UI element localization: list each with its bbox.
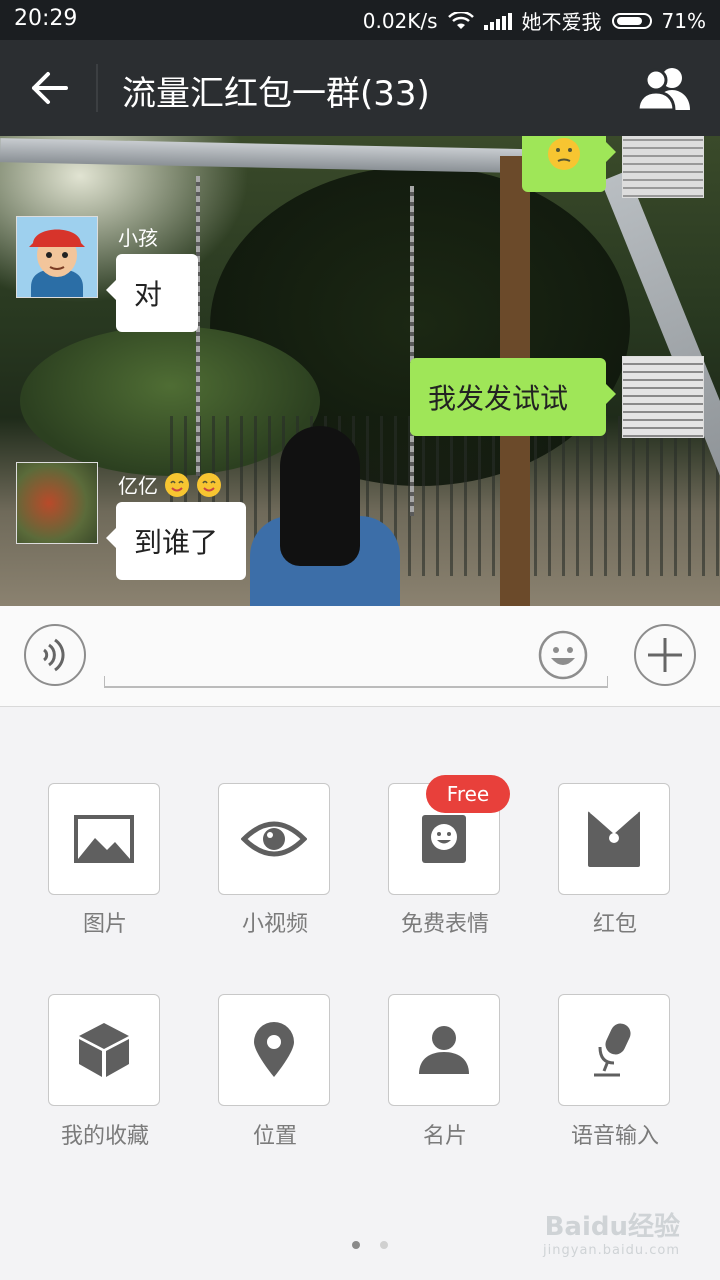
page-dot-active[interactable] bbox=[352, 1241, 360, 1249]
eye-icon bbox=[241, 821, 307, 857]
avatar[interactable] bbox=[16, 462, 98, 544]
location-pin-icon bbox=[254, 1022, 294, 1077]
favorites-label: 我的收藏 bbox=[60, 1124, 149, 1149]
message-input[interactable] bbox=[104, 676, 608, 688]
location-label: 位置 bbox=[252, 1124, 297, 1149]
sticker-icon bbox=[422, 815, 466, 863]
sender-name: 小孩 bbox=[118, 226, 158, 250]
microphone-icon bbox=[594, 1023, 631, 1077]
avatar[interactable] bbox=[622, 356, 704, 438]
background-swing-bar bbox=[0, 138, 561, 174]
plus-icon[interactable] bbox=[634, 624, 696, 686]
message-text: 到谁了 bbox=[134, 526, 219, 559]
carrier-name: 她不爱我 bbox=[521, 10, 602, 34]
status-time: 20:29 bbox=[14, 6, 78, 31]
sender-name: 亿亿 bbox=[118, 474, 158, 498]
cube-icon bbox=[79, 1023, 129, 1077]
short-video-button[interactable] bbox=[218, 783, 330, 895]
chat-header: 流量汇红包一群(33) bbox=[0, 40, 720, 136]
baidu-watermark: Baidu经验 jingyan.baidu.com bbox=[543, 1206, 680, 1258]
message-text: 我发发试试 bbox=[428, 382, 569, 415]
signal-icon bbox=[483, 12, 512, 30]
person-icon bbox=[419, 1026, 469, 1074]
net-speed: 0.02K/s bbox=[362, 8, 438, 33]
image-icon bbox=[74, 815, 134, 863]
free-stickers-label: 免费表情 bbox=[400, 912, 489, 937]
battery-level: 71% bbox=[661, 8, 706, 33]
voice-input-button[interactable] bbox=[558, 994, 670, 1106]
chat-title: 流量汇红包一群(33) bbox=[122, 74, 430, 114]
status-bar: 20:29 0.02K/s 她不爱我 71% bbox=[0, 0, 720, 40]
wifi-icon bbox=[447, 11, 474, 29]
status-right: 0.02K/s 她不爱我 71% bbox=[363, 6, 706, 35]
avatar[interactable] bbox=[622, 136, 704, 198]
message-bubble[interactable]: 到谁了 bbox=[106, 502, 246, 580]
favorites-button[interactable] bbox=[48, 994, 160, 1106]
background-person bbox=[250, 426, 400, 606]
short-video-label: 小视频 bbox=[241, 912, 308, 937]
image-label: 图片 bbox=[82, 912, 127, 937]
voice-icon[interactable] bbox=[24, 624, 86, 686]
free-badge: Free bbox=[426, 775, 510, 813]
background-chain bbox=[410, 186, 414, 516]
watermark-url: jingyan.baidu.com bbox=[543, 1243, 680, 1258]
chat-area[interactable]: 小孩 对 我发发试试 亿亿 到谁了 bbox=[0, 136, 720, 606]
image-button[interactable] bbox=[48, 783, 160, 895]
red-packet-button[interactable] bbox=[558, 783, 670, 895]
arrow-left-icon[interactable] bbox=[28, 66, 72, 110]
watermark-logo: Baidu经验 bbox=[544, 1212, 680, 1242]
sender-name-row: 亿亿 bbox=[118, 470, 222, 499]
message-bubble[interactable]: 对 bbox=[106, 254, 198, 332]
emoji-icon[interactable] bbox=[538, 630, 588, 680]
cartoon-boy-avatar bbox=[17, 217, 97, 297]
group-icon[interactable] bbox=[636, 64, 694, 112]
page-dot[interactable] bbox=[380, 1241, 388, 1249]
red-packet-label: 红包 bbox=[592, 912, 637, 937]
contact-card-label: 名片 bbox=[422, 1124, 467, 1149]
message-bubble-cropped[interactable] bbox=[522, 136, 616, 192]
smile-emoji-icon bbox=[197, 472, 221, 497]
voice-input-label: 语音输入 bbox=[570, 1124, 659, 1149]
input-bar bbox=[0, 606, 720, 707]
avatar[interactable] bbox=[16, 216, 98, 298]
contact-card-button[interactable] bbox=[388, 994, 500, 1106]
location-button[interactable] bbox=[218, 994, 330, 1106]
header-divider bbox=[96, 64, 98, 112]
red-packet-icon bbox=[588, 811, 640, 867]
emoji-thinking-icon bbox=[548, 138, 580, 170]
smile-emoji-icon bbox=[165, 472, 189, 497]
message-text: 对 bbox=[134, 278, 163, 311]
message-bubble-own[interactable]: 我发发试试 bbox=[410, 358, 616, 436]
battery-icon bbox=[611, 12, 652, 29]
